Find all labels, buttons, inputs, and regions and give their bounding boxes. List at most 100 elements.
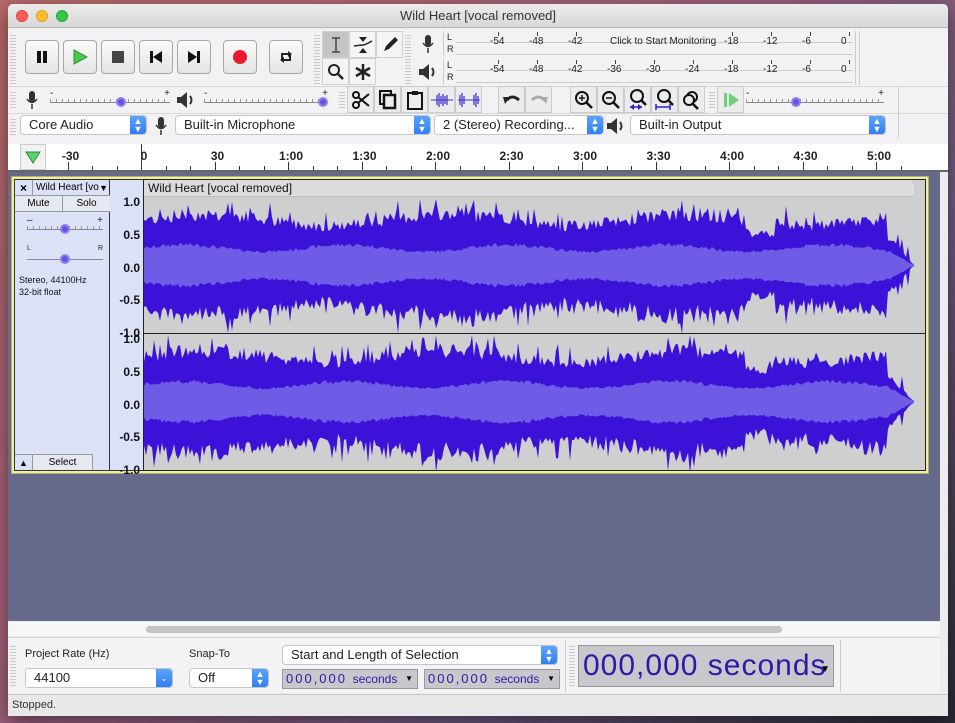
collapse-track-button[interactable]: ▲	[15, 454, 33, 470]
recording-volume-slider[interactable]: - +	[50, 88, 170, 111]
i-beam-icon	[331, 36, 340, 53]
tools-toolbar-grip[interactable]	[314, 33, 320, 85]
format-dropdown-icon[interactable]: ▼	[820, 650, 831, 690]
input-device-value: Built-in Microphone	[184, 117, 296, 132]
multi-tool[interactable]	[349, 58, 376, 85]
selection-start-field[interactable]: 000,000 seconds ▼	[282, 669, 418, 689]
skip-end-button[interactable]	[177, 40, 211, 74]
fit-selection-button[interactable]	[624, 86, 651, 113]
redo-button[interactable]	[525, 86, 552, 113]
meter-scale-label: -18	[724, 64, 739, 75]
fit-project-button[interactable]	[651, 86, 678, 113]
slider-thumb[interactable]	[318, 97, 328, 107]
output-device-select[interactable]: Built-in Output ▲ ▼	[630, 115, 886, 135]
playback-volume-slider[interactable]: - +	[204, 88, 328, 111]
format-dropdown-icon[interactable]: ▼	[405, 670, 415, 688]
amplitude-label: 0.0	[123, 260, 140, 275]
timeline-label: 3:00	[572, 149, 598, 163]
audio-position-field[interactable]: 000,000 seconds ▼	[578, 645, 834, 687]
zoom-toggle-button[interactable]	[678, 86, 705, 113]
updown-stepper-icon: ▲ ▼	[869, 116, 885, 134]
cut-button[interactable]	[347, 86, 374, 113]
waveform-clip[interactable]: Wild Heart [vocal removed]	[143, 179, 926, 471]
selection-length-field[interactable]: 000,000 seconds ▼	[424, 669, 560, 689]
pinned-play-head-button[interactable]	[20, 144, 46, 170]
clip-title-bar[interactable]: Wild Heart [vocal removed]	[144, 180, 914, 197]
start-monitoring-prompt[interactable]: Click to Start Monitoring	[610, 36, 716, 47]
play-at-speed-grip[interactable]	[709, 90, 715, 110]
loop-button[interactable]	[269, 40, 303, 74]
horizontal-scrollbar[interactable]	[8, 622, 940, 636]
pause-button[interactable]	[25, 40, 59, 74]
vertical-ruler[interactable]: 1.0 0.5 0.0 -0.5 -1.0 1.0 0.5 0.0 -0.5 -1.0	[110, 179, 143, 477]
audio-track[interactable]: × Wild Heart [vo ▼ Mute Solo – + L R Ste…	[11, 176, 929, 477]
stop-button[interactable]	[101, 40, 135, 74]
slider-thumb[interactable]	[790, 97, 801, 107]
playback-meter[interactable]: L R -54 -48 -42 -36 -30 -24 -18 -12 -6 0	[443, 59, 853, 85]
scrollbar-thumb[interactable]	[146, 626, 782, 633]
slider-thumb[interactable]	[60, 254, 70, 264]
edit-toolbar-grip[interactable]	[339, 90, 345, 110]
trim-button[interactable]	[428, 86, 455, 113]
speaker-icon	[419, 64, 435, 80]
audio-position-grip[interactable]	[569, 644, 575, 688]
skip-start-button[interactable]	[139, 40, 173, 74]
amplitude-label: -0.5	[119, 430, 140, 445]
mixer-toolbar-grip[interactable]	[10, 90, 16, 110]
playback-meter-button[interactable]	[414, 59, 442, 85]
transport-toolbar-grip[interactable]	[10, 33, 16, 85]
close-window-button[interactable]	[16, 10, 28, 22]
silence-button[interactable]	[455, 86, 482, 113]
zoom-in-button[interactable]	[570, 86, 597, 113]
play-button[interactable]	[63, 40, 97, 74]
recording-channels-select[interactable]: 2 (Stereo) Recording... ▲ ▼	[434, 115, 604, 135]
envelope-tool[interactable]	[349, 31, 376, 58]
gain-slider[interactable]: – +	[27, 215, 103, 238]
updown-stepper-icon: ▲ ▼	[587, 116, 603, 134]
record-meter[interactable]: L R -54 -48 -42 -18 -12 -6 0 Click to Start Mon…	[443, 31, 853, 57]
selection-mode-select[interactable]: Start and Length of Selection ▲ ▼	[282, 645, 558, 665]
minimize-window-button[interactable]	[36, 10, 48, 22]
project-rate-select[interactable]: 44100 ⌄	[25, 668, 173, 688]
zoom-tool[interactable]	[322, 58, 349, 85]
timeline-label: 3:30	[646, 149, 671, 163]
recording-volume-icon	[26, 91, 38, 109]
undo-button[interactable]	[498, 86, 525, 113]
track-menu-button[interactable]: Wild Heart [vo ▼	[33, 180, 110, 196]
solo-button[interactable]: Solo	[63, 196, 110, 212]
copy-button[interactable]	[374, 86, 401, 113]
mute-button[interactable]: Mute	[15, 196, 63, 212]
meter-scale-label: -12	[763, 64, 778, 75]
timeline-ruler[interactable]: -30 0 30 1:00 1:30 2:00 2:30 3:00 3:30 4:00 4:30 5:…	[8, 144, 948, 172]
timeline-label: -30	[61, 149, 80, 163]
solo-label: Solo	[76, 198, 97, 209]
selection-tool[interactable]	[322, 31, 349, 58]
maximize-window-button[interactable]	[56, 10, 68, 22]
meter-toolbar-grip[interactable]	[405, 33, 411, 85]
audacity-window: Wild Heart [vocal removed] L R -54 -48 -…	[8, 4, 948, 716]
track-area[interactable]: × Wild Heart [vo ▼ Mute Solo – + L R Ste…	[8, 172, 940, 621]
play-at-speed-slider[interactable]: - +	[746, 88, 884, 111]
skip-end-icon	[188, 51, 200, 63]
audio-host-select[interactable]: Core Audio ▲ ▼	[20, 115, 147, 135]
selection-toolbar-grip[interactable]	[10, 644, 16, 688]
zoom-out-button[interactable]	[597, 86, 624, 113]
play-at-speed-button[interactable]	[717, 86, 744, 113]
slider-thumb[interactable]	[60, 224, 70, 234]
snap-to-select[interactable]: Off ▲ ▼	[189, 668, 269, 688]
track-close-button[interactable]: ×	[15, 180, 33, 196]
draw-tool[interactable]	[376, 31, 403, 58]
selection-toolbar: Project Rate (Hz) 44100 ⌄ Snap-To Off ▲ ▼…	[8, 637, 940, 693]
paste-button[interactable]	[401, 86, 428, 113]
record-meter-button[interactable]	[414, 31, 442, 57]
format-dropdown-icon[interactable]: ▼	[547, 670, 557, 688]
pan-slider[interactable]: L R	[27, 245, 103, 268]
skip-start-icon	[150, 51, 162, 63]
slider-thumb[interactable]	[116, 97, 126, 107]
input-device-select[interactable]: Built-in Microphone ▲ ▼	[175, 115, 431, 135]
record-button[interactable]	[223, 40, 257, 74]
select-track-button[interactable]: Select	[33, 454, 93, 470]
track-name: Wild Heart [vo	[36, 182, 99, 193]
device-toolbar-grip[interactable]	[10, 117, 16, 137]
amplitude-label: 1.0	[123, 195, 140, 209]
